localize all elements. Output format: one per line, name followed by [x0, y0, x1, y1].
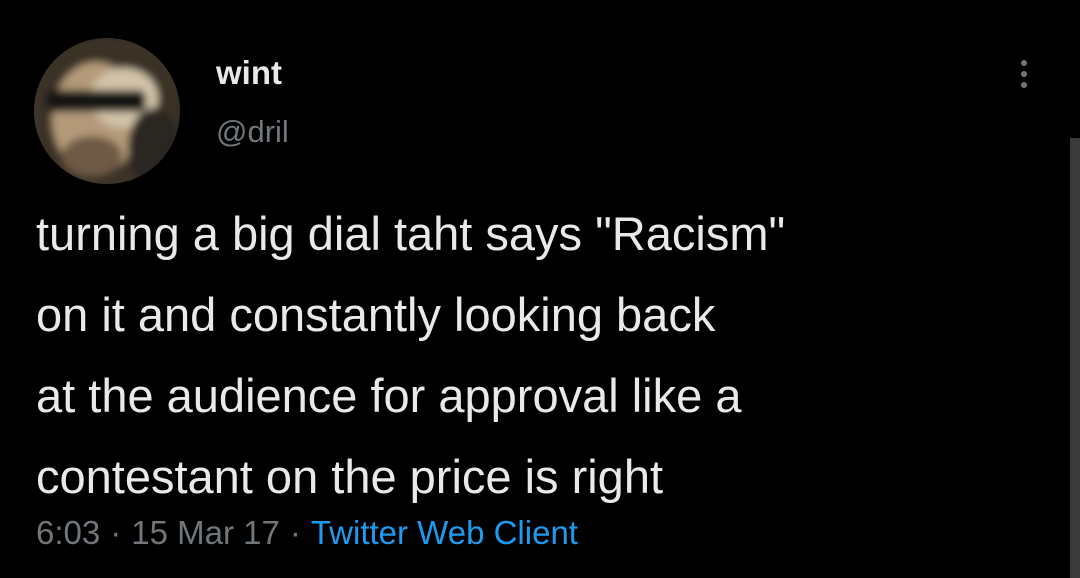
tweet-source-link[interactable]: Twitter Web Client: [311, 514, 578, 551]
tweet-meta: 6:03 · 15 Mar 17 · Twitter Web Client: [36, 516, 578, 549]
avatar[interactable]: [34, 38, 180, 184]
user-handle[interactable]: @dril: [216, 116, 289, 147]
tweet-time[interactable]: 6:03: [36, 514, 100, 551]
display-name[interactable]: wint: [216, 56, 282, 89]
more-vertical-icon-dot: [1021, 71, 1027, 77]
tweet-card: wint @dril turning a big dial taht says …: [0, 0, 1080, 578]
meta-separator: ·: [110, 514, 122, 551]
tweet-date[interactable]: 15 Mar 17: [131, 514, 280, 551]
meta-separator: ·: [289, 514, 301, 551]
more-vertical-icon: [1021, 60, 1027, 66]
tweet-text: turning a big dial taht says "Racism" on…: [36, 207, 786, 503]
avatar-photo-icon: [34, 38, 180, 184]
more-vertical-icon-dot: [1021, 82, 1027, 88]
more-options-button[interactable]: [1002, 52, 1046, 96]
scrollbar[interactable]: [1070, 138, 1080, 578]
